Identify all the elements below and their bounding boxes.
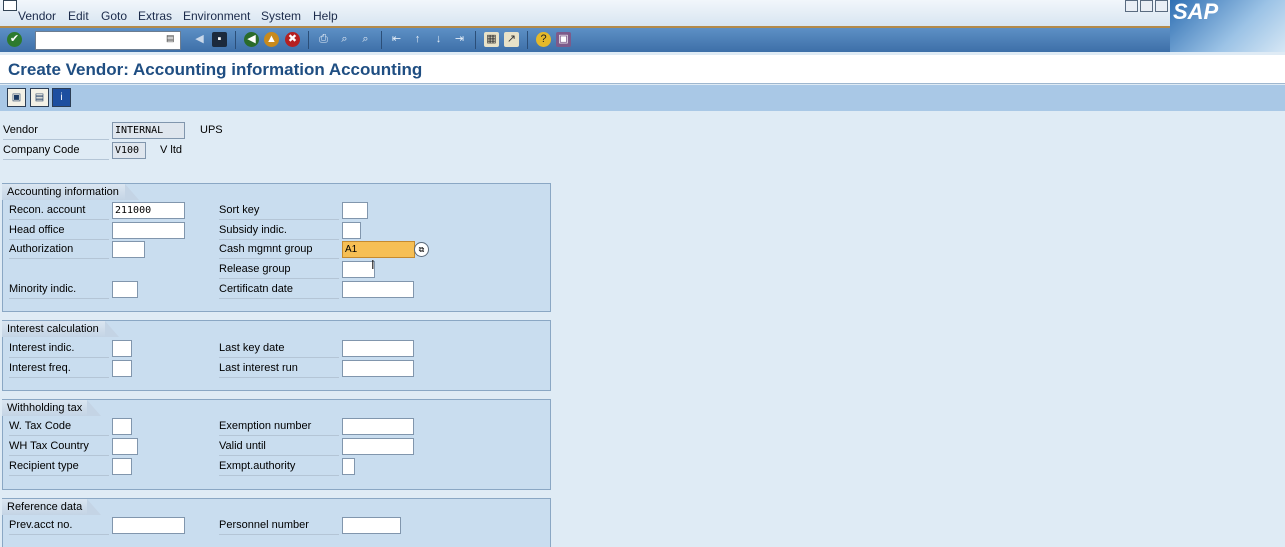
interest-indic-field[interactable] (112, 340, 132, 357)
save-icon[interactable]: ▪ (212, 32, 227, 47)
sort-key-field[interactable] (342, 202, 368, 219)
subsidy-indic-field[interactable] (342, 222, 361, 239)
certificatn-date-label: Certificatn date (219, 281, 339, 299)
reference-data-title: Reference data (2, 499, 101, 515)
company-name: V ltd (160, 144, 183, 156)
last-interest-run-field[interactable] (342, 360, 414, 377)
menu-vendor[interactable]: Vendor (18, 9, 56, 23)
wh-tax-country-field[interactable] (112, 438, 138, 455)
personnel-number-label: Personnel number (219, 517, 339, 535)
recon-account-field[interactable]: 211000 (112, 202, 185, 219)
company-code-field: V100 (112, 142, 146, 159)
menu-system[interactable]: System (261, 9, 301, 23)
head-office-label: Head office (9, 222, 109, 240)
command-field[interactable] (35, 31, 181, 50)
find-icon[interactable]: ⌕ (337, 32, 352, 47)
prev-acct-no-field[interactable] (112, 517, 185, 534)
create-session-icon[interactable]: ▦ (484, 32, 499, 47)
administrative-data-icon[interactable]: i (52, 88, 71, 107)
enter-icon[interactable]: ✔ (7, 32, 22, 47)
subsidy-indic-label: Subsidy indic. (219, 222, 339, 240)
menu-help[interactable]: Help (313, 9, 338, 23)
customize-layout-icon[interactable]: ▣ (556, 32, 571, 47)
back-icon[interactable]: ◀ (192, 32, 207, 47)
w-tax-code-field[interactable] (112, 418, 132, 435)
cash-mgmnt-group-field[interactable]: A1 (342, 241, 415, 258)
exemption-number-field[interactable] (342, 418, 414, 435)
back-green-icon[interactable]: ◀ (244, 32, 259, 47)
prev-page-icon[interactable]: ↑ (410, 32, 425, 47)
prev-screen-icon[interactable]: ▣ (7, 88, 26, 107)
restore-icon[interactable] (1140, 0, 1153, 12)
interest-freq-label: Interest freq. (9, 360, 109, 378)
interest-indic-label: Interest indic. (9, 340, 109, 358)
next-page-icon[interactable]: ↓ (431, 32, 446, 47)
authorization-field[interactable] (112, 241, 145, 258)
minimize-icon[interactable] (1125, 0, 1138, 12)
w-tax-code-label: W. Tax Code (9, 418, 109, 436)
release-group-label: Release group (219, 261, 339, 279)
last-page-icon[interactable]: ⇥ (452, 32, 467, 47)
menu-environment[interactable]: Environment (183, 9, 250, 23)
recon-account-label: Recon. account (9, 202, 109, 220)
first-page-icon[interactable]: ⇤ (389, 32, 404, 47)
toolbar-separator (381, 31, 382, 49)
app-menu-icon[interactable] (3, 0, 17, 11)
find-next-icon[interactable]: ⌕ (358, 32, 373, 47)
toolbar-separator (308, 31, 309, 49)
last-key-date-field[interactable] (342, 340, 414, 357)
exemption-number-label: Exemption number (219, 418, 339, 436)
last-key-date-label: Last key date (219, 340, 339, 358)
recipient-type-label: Recipient type (9, 458, 109, 476)
menu-edit[interactable]: Edit (68, 9, 89, 23)
exmpt-authority-field[interactable] (342, 458, 355, 475)
last-interest-run-label: Last interest run (219, 360, 339, 378)
valid-until-label: Valid until (219, 438, 339, 456)
exmpt-authority-label: Exmpt.authority (219, 458, 339, 476)
cash-mgmnt-group-label: Cash mgmnt group (219, 241, 339, 259)
toolbar-separator (475, 31, 476, 49)
value-help-icon[interactable]: ⧉ (414, 242, 429, 257)
company-code-label: Company Code (3, 142, 109, 160)
interest-freq-field[interactable] (112, 360, 132, 377)
minority-indic-label: Minority indic. (9, 281, 109, 299)
interest-calculation-title: Interest calculation (2, 321, 119, 337)
prev-acct-no-label: Prev.acct no. (9, 517, 109, 535)
menu-extras[interactable]: Extras (138, 9, 172, 23)
page-title: Create Vendor: Accounting information Ac… (8, 60, 423, 79)
sap-logo-text: SAP (1173, 0, 1219, 24)
vendor-field: INTERNAL (112, 122, 185, 139)
head-office-field[interactable] (112, 222, 185, 239)
help-icon[interactable]: ? (536, 32, 551, 47)
text-cursor-icon: I (371, 257, 375, 272)
print-icon[interactable]: ⎙ (316, 32, 331, 47)
next-screen-icon[interactable]: ▤ (30, 88, 49, 107)
authorization-label: Authorization (9, 241, 109, 259)
vendor-label: Vendor (3, 122, 109, 140)
minority-indic-field[interactable] (112, 281, 138, 298)
recipient-type-field[interactable] (112, 458, 132, 475)
vendor-name: UPS (200, 124, 223, 136)
valid-until-field[interactable] (342, 438, 414, 455)
wh-tax-country-label: WH Tax Country (9, 438, 109, 456)
personnel-number-field[interactable] (342, 517, 401, 534)
menu-goto[interactable]: Goto (101, 9, 127, 23)
shortcut-icon[interactable]: ↗ (504, 32, 519, 47)
withholding-tax-title: Withholding tax (2, 400, 101, 416)
sap-logo: SAP (1170, 0, 1285, 52)
close-icon[interactable] (1155, 0, 1168, 12)
cancel-icon[interactable]: ✖ (285, 32, 300, 47)
sort-key-label: Sort key (219, 202, 339, 220)
certificatn-date-field[interactable] (342, 281, 414, 298)
accounting-information-title: Accounting information (2, 184, 139, 200)
application-toolbar (0, 85, 1285, 111)
command-history-icon[interactable]: ▤ (166, 33, 175, 44)
toolbar-separator (235, 31, 236, 49)
exit-icon[interactable]: ▲ (264, 32, 279, 47)
toolbar-separator (527, 31, 528, 49)
